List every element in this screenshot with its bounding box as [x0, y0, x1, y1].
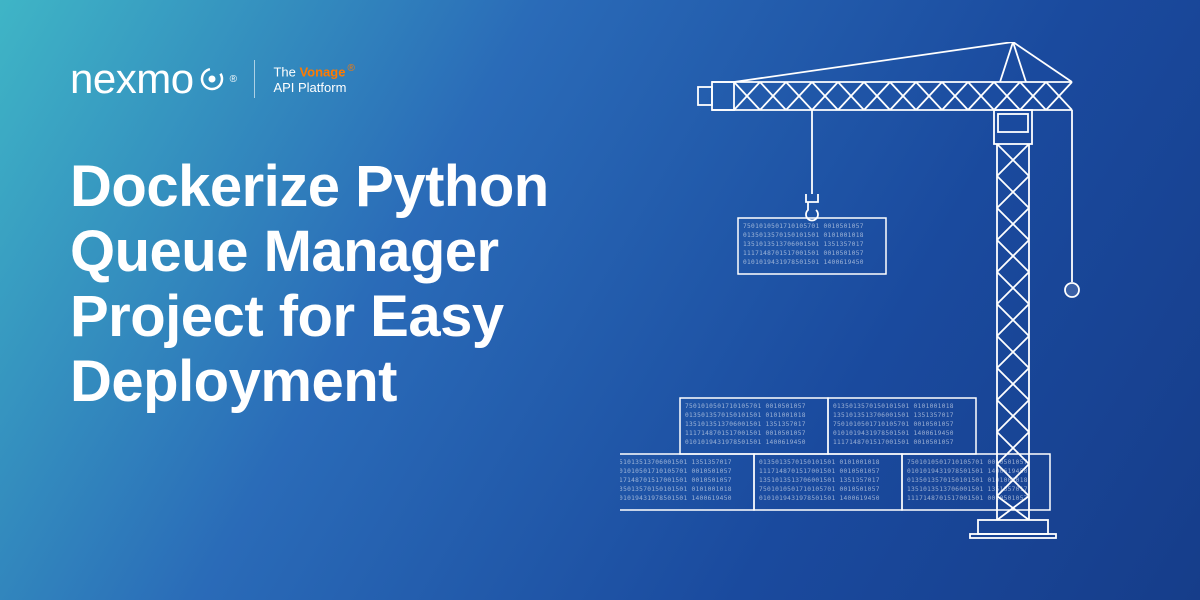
box-text: 0135013570150101501 0101001018	[620, 486, 732, 493]
box-text: 1117148701517001501 0010501057	[685, 430, 806, 437]
box-text: 1351013513706001501 1351357017	[759, 477, 880, 484]
vonage-word: Vonage	[299, 64, 345, 79]
box-text: 1117148701517001501 0010501057	[833, 439, 954, 446]
container-bottom-1: 1351013513706001501 1351357017 750101050…	[620, 454, 754, 510]
box-text: 1351013513706001501 1351357017	[685, 421, 806, 428]
vonage-reg: ®	[347, 63, 354, 74]
tagline-line2: API Platform	[273, 80, 346, 95]
box-text: 0135013570150101501 0101001018	[759, 459, 880, 466]
headline-line1: Dockerize Python	[70, 155, 549, 220]
container-top-left: 7501010501710105701 0010501057 013501357…	[680, 398, 828, 454]
registered-symbol: ®	[230, 74, 237, 85]
crane-illustration: 7501010501710105701 0010501057 013501357…	[620, 42, 1140, 572]
box-text: 1117148701517001501 0010501057	[907, 495, 1028, 502]
headline-line2: Queue Manager	[70, 220, 549, 285]
tagline-prefix: The	[273, 64, 299, 79]
box-text: 0101019431978501501 1400619450	[743, 259, 864, 266]
box-text: 1117148701517001501 0010501057	[759, 468, 880, 475]
nexmo-swirl-icon	[198, 65, 226, 93]
headline-line3: Project for Easy	[70, 285, 549, 350]
box-text: 0135013570150101501 0101001018	[743, 232, 864, 239]
box-text: 0101019431978501501 1400619450	[685, 439, 806, 446]
box-text: 0135013570150101501 0101001018	[907, 477, 1028, 484]
box-text: 0101019431978501501 1400619450	[620, 495, 732, 502]
headline-line4: Deployment	[70, 350, 549, 415]
box-text: 7501010501710105701 0010501057	[620, 468, 732, 475]
box-text: 1117148701517001501 0010501057	[620, 477, 732, 484]
brand-name: nexmo	[70, 55, 194, 103]
box-text: 0135013570150101501 0101001018	[685, 412, 806, 419]
box-text: 7501010501710105701 0010501057	[743, 223, 864, 230]
headline: Dockerize Python Queue Manager Project f…	[70, 155, 549, 415]
box-text: 1351013513706001501 1351357017	[833, 412, 954, 419]
box-text: 7501010501710105701 0010501057	[685, 403, 806, 410]
box-text: 0135013570150101501 0101001018	[833, 403, 954, 410]
logo-area: nexmo ® The Vonage® API Platform	[70, 55, 355, 103]
box-text: 7501010501710105701 0010501057	[907, 459, 1028, 466]
container-bottom-2: 0135013570150101501 0101001018 111714870…	[754, 454, 902, 510]
box-text: 1117148701517001501 0010501057	[743, 250, 864, 257]
box-text: 1351013513706001501 1351357017	[743, 241, 864, 248]
nexmo-logo: nexmo ®	[70, 55, 236, 103]
box-text: 7501010501710105701 0010501057	[759, 486, 880, 493]
container-top-right: 0135013570150101501 0101001018 135101351…	[828, 398, 976, 454]
box-text: 0101019431978501501 1400619450	[833, 430, 954, 437]
box-text: 7501010501710105701 0010501057	[833, 421, 954, 428]
box-text: 1351013513706001501 1351357017	[907, 486, 1028, 493]
box-text: 0101019431978501501 1400619450	[759, 495, 880, 502]
logo-divider	[254, 60, 255, 98]
box-text: 1351013513706001501 1351357017	[620, 459, 732, 466]
hanging-container: 7501010501710105701 0010501057 013501357…	[738, 218, 886, 274]
tagline: The Vonage® API Platform	[273, 63, 354, 96]
box-text: 0101019431978501501 1400619450	[907, 468, 1028, 475]
